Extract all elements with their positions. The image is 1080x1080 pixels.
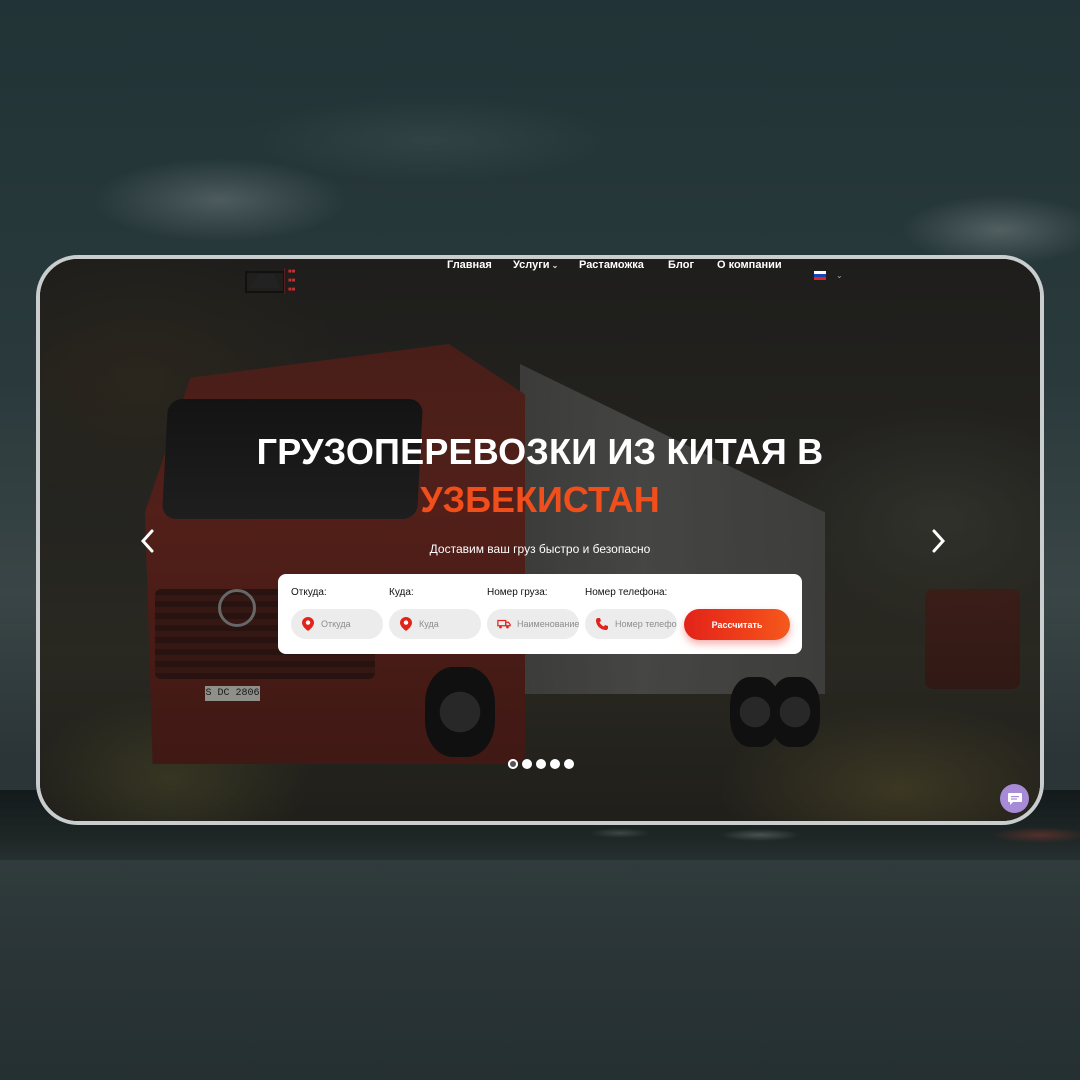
hero-overlay: [40, 259, 1040, 821]
svg-text:■■: ■■: [288, 278, 296, 284]
chevron-left-icon: [140, 529, 154, 553]
nav-item-home[interactable]: Главная: [447, 259, 492, 271]
from-label: Откуда:: [291, 587, 327, 598]
map-pin-icon: [399, 617, 413, 631]
svg-text:■■: ■■: [288, 269, 296, 275]
phone-field[interactable]: [585, 609, 677, 639]
cargo-field[interactable]: [487, 609, 579, 639]
chevron-right-icon: [932, 529, 946, 553]
device-frame: S DC 2806 ■■ ■■ ■■ Главная Услуги ⌄ Раста…: [36, 255, 1044, 825]
chat-icon: [1007, 792, 1022, 805]
cargo-input[interactable]: [517, 619, 579, 629]
from-field[interactable]: [291, 609, 383, 639]
hero-title-accent: УЗБЕКИСТАН: [420, 479, 660, 520]
prev-slide-button[interactable]: [137, 529, 157, 555]
nav-item-blog[interactable]: Блог: [668, 259, 694, 271]
chat-button[interactable]: [1000, 784, 1029, 813]
to-label: Куда:: [389, 587, 414, 598]
hero-subtitle: Доставим ваш груз быстро и безопасно: [429, 542, 651, 556]
to-field[interactable]: [389, 609, 481, 639]
nav-item-customs[interactable]: Растаможка: [579, 259, 644, 271]
next-slide-button[interactable]: [929, 529, 949, 555]
phone-icon: [595, 617, 609, 631]
hero-title: ГРУЗОПЕРЕВОЗКИ ИЗ КИТАЯ В: [256, 431, 824, 472]
russian-flag-icon[interactable]: [814, 271, 826, 280]
svg-text:■■: ■■: [288, 287, 296, 293]
nav-item-about[interactable]: О компании: [717, 259, 782, 271]
water: [0, 860, 1080, 1080]
slider-dot[interactable]: [536, 759, 546, 769]
truck-icon: [497, 617, 511, 631]
cargo-label: Номер груза:: [487, 587, 548, 598]
nav-item-services[interactable]: Услуги ⌄: [513, 259, 558, 271]
from-input[interactable]: [321, 619, 383, 629]
calculate-button[interactable]: Рассчитать: [684, 609, 790, 640]
map-pin-icon: [301, 617, 315, 631]
shipping-calc-form: Откуда: Куда: Номер груза: Номер телефон…: [278, 574, 802, 654]
phone-label: Номер телефона:: [585, 587, 668, 598]
website-screen: S DC 2806 ■■ ■■ ■■ Главная Услуги ⌄ Раста…: [40, 259, 1040, 821]
chevron-down-icon[interactable]: ⌄: [836, 271, 843, 280]
slider-dot[interactable]: [550, 759, 560, 769]
slider-dot[interactable]: [564, 759, 574, 769]
slider-pagination: [508, 759, 574, 769]
slider-dot-active[interactable]: [508, 759, 518, 769]
logo[interactable]: ■■ ■■ ■■: [244, 264, 310, 296]
nav-item-label: Услуги: [513, 259, 550, 271]
to-input[interactable]: [419, 619, 481, 629]
chevron-down-icon: ⌄: [551, 261, 559, 270]
slider-dot[interactable]: [522, 759, 532, 769]
phone-input[interactable]: [615, 619, 677, 629]
